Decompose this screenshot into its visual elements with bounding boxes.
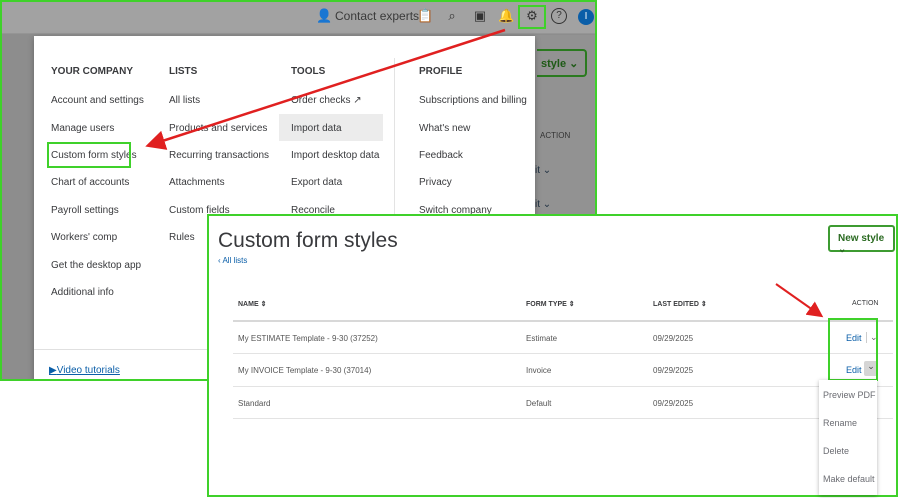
row-name: Standard	[238, 399, 271, 408]
contact-experts-link[interactable]: Contact experts	[335, 9, 419, 23]
action-header: ACTION	[540, 131, 571, 140]
row-form-type: Default	[526, 399, 552, 408]
action-column-header: ACTION	[852, 300, 879, 307]
table-row: My ESTIMATE Template - 9-30 (37252) Esti…	[233, 320, 893, 353]
video-tutorials-link[interactable]: ▶Video tutorials	[49, 365, 120, 376]
menu-additional-info[interactable]: Additional info	[51, 287, 114, 298]
menu-rename[interactable]: Rename	[823, 418, 857, 428]
menu-payroll-settings[interactable]: Payroll settings	[51, 205, 119, 216]
custom-form-styles-screenshot: Custom form styles ‹ All lists New style…	[207, 214, 898, 497]
new-style-button[interactable]: New style ⌄	[828, 225, 895, 255]
action-dropdown-menu: Preview PDF Rename Delete Make default	[819, 380, 877, 495]
row-last-edited: 09/29/2025	[653, 399, 694, 408]
external-link-icon: ↗	[353, 95, 362, 106]
menu-delete[interactable]: Delete	[823, 446, 849, 456]
custom-form-styles-highlight	[47, 142, 131, 168]
lists-heading: LISTS	[169, 66, 198, 77]
menu-manage-users[interactable]: Manage users	[51, 123, 114, 134]
clipboard-icon[interactable]: 📋	[417, 8, 433, 24]
menu-chart-of-accounts[interactable]: Chart of accounts	[51, 177, 129, 188]
menu-make-default[interactable]: Make default	[823, 474, 875, 484]
row-name: My ESTIMATE Template - 9-30 (37252)	[238, 334, 378, 343]
tools-heading: TOOLS	[291, 66, 326, 77]
top-bar: 👤 Contact experts 📋 ⌕ ▣ 🔔 ⚙ ? I	[2, 2, 595, 34]
menu-order-checks[interactable]: Order checks ↗	[291, 95, 362, 106]
menu-whats-new[interactable]: What's new	[419, 123, 470, 134]
gear-icon[interactable]: ⚙	[524, 8, 540, 24]
menu-workers-comp[interactable]: Workers' comp	[51, 232, 117, 243]
row-form-type: Estimate	[526, 334, 558, 343]
table-row: Standard Default 09/29/2025	[233, 386, 893, 419]
name-column-header[interactable]: NAME ⇕	[238, 300, 266, 308]
row-last-edited: 09/29/2025	[653, 366, 694, 375]
menu-export-data[interactable]: Export data	[291, 177, 342, 188]
menu-products-services[interactable]: Products and services	[169, 123, 267, 134]
help-icon[interactable]: ?	[551, 8, 567, 24]
all-lists-link[interactable]: ‹ All lists	[218, 256, 247, 265]
apps-icon[interactable]: ▣	[472, 8, 488, 24]
form-type-column-header[interactable]: FORM TYPE ⇕	[526, 300, 575, 308]
menu-preview-pdf[interactable]: Preview PDF	[823, 390, 876, 400]
user-avatar[interactable]: I	[578, 9, 594, 25]
search-icon[interactable]: ⌕	[444, 8, 460, 24]
edit-link: it ⌄	[535, 199, 552, 210]
play-icon: ▶	[49, 365, 57, 376]
menu-rules[interactable]: Rules	[169, 232, 195, 243]
last-edited-column-header[interactable]: LAST EDITED ⇕	[653, 300, 707, 308]
expert-avatar-icon: 👤	[316, 8, 333, 23]
menu-account-settings[interactable]: Account and settings	[51, 95, 144, 106]
menu-subscriptions[interactable]: Subscriptions and billing	[419, 95, 527, 106]
row-form-type: Invoice	[526, 366, 552, 375]
action-highlight	[828, 318, 878, 381]
row-last-edited: 09/29/2025	[653, 334, 694, 343]
menu-attachments[interactable]: Attachments	[169, 177, 225, 188]
menu-privacy[interactable]: Privacy	[419, 177, 452, 188]
your-company-heading: YOUR COMPANY	[51, 66, 134, 77]
menu-import-desktop[interactable]: Import desktop data	[291, 150, 379, 161]
chevron-down-icon: ⌄	[838, 244, 847, 255]
row-name: My INVOICE Template - 9-30 (37014)	[238, 366, 372, 375]
profile-heading: PROFILE	[419, 66, 463, 77]
table-row: My INVOICE Template - 9-30 (37014) Invoi…	[233, 353, 893, 386]
edit-link: it ⌄	[535, 165, 552, 176]
page-title: Custom form styles	[218, 229, 398, 252]
bell-icon[interactable]: 🔔	[498, 8, 514, 24]
menu-all-lists[interactable]: All lists	[169, 95, 200, 106]
menu-feedback[interactable]: Feedback	[419, 150, 463, 161]
menu-desktop-app[interactable]: Get the desktop app	[51, 260, 141, 271]
new-style-button-bg: style ⌄	[537, 49, 587, 77]
menu-recurring[interactable]: Recurring transactions	[169, 150, 269, 161]
menu-import-data[interactable]: Import data	[291, 123, 342, 134]
